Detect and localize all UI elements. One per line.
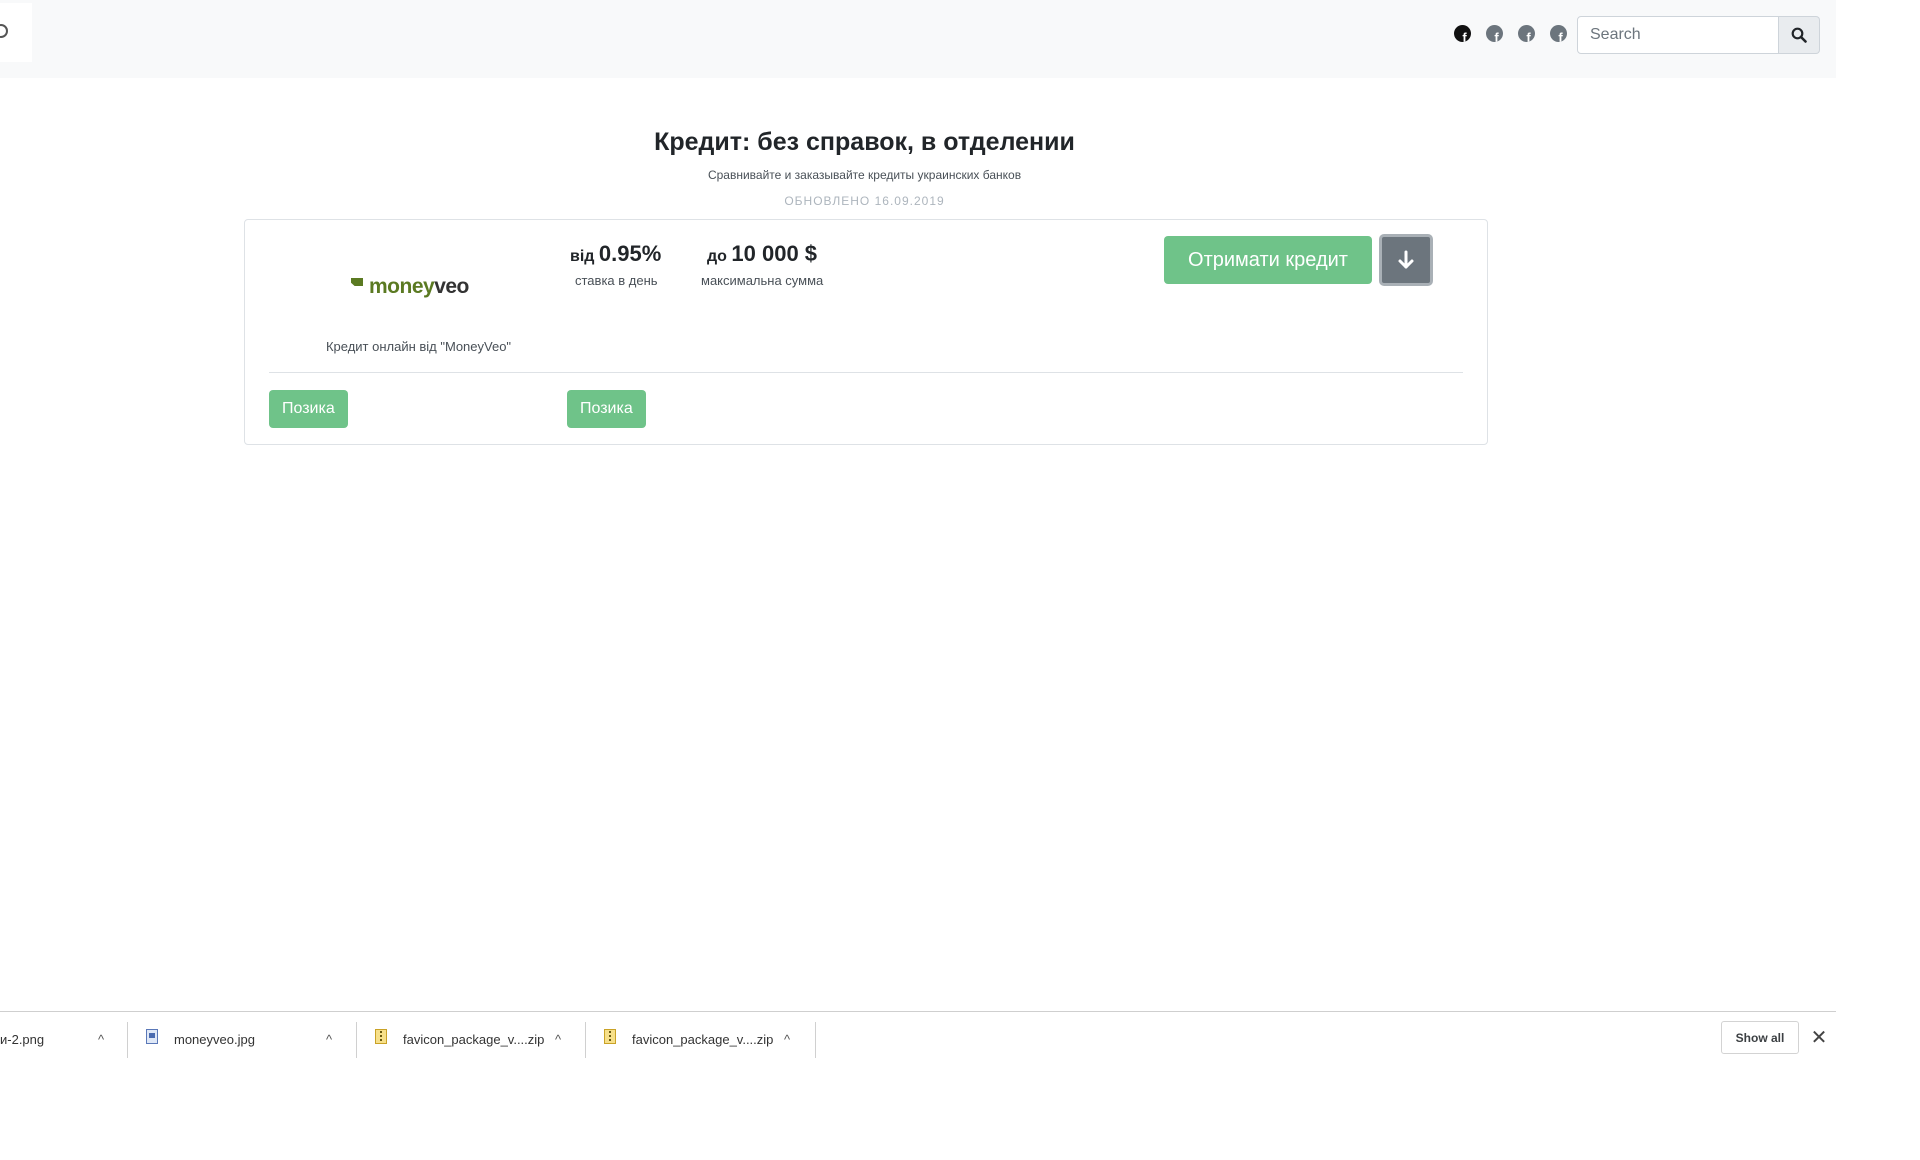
logo-text-veo: veo <box>434 275 469 298</box>
image-file-icon <box>146 1029 158 1044</box>
facebook-icon[interactable]: f <box>1486 25 1503 42</box>
download-item[interactable]: favicon_package_v....zip ^ <box>357 1012 585 1068</box>
arrow-down-icon <box>1398 250 1414 269</box>
zip-file-icon <box>604 1029 616 1044</box>
chevron-up-icon[interactable]: ^ <box>555 1032 561 1047</box>
rate-prefix: від <box>570 248 595 265</box>
download-bar: и-2.png ^ moneyveo.jpg ^ favicon_package… <box>0 1011 1836 1068</box>
amount-prefix: до <box>707 248 727 265</box>
download-filename: и-2.png <box>0 1032 45 1047</box>
search-button[interactable] <box>1779 16 1820 54</box>
offer-description: Кредит онлайн від "MoneyVeo" <box>325 339 512 354</box>
download-item[interactable]: moneyveo.jpg ^ <box>128 1012 356 1068</box>
rate-label: ставка в день <box>575 273 658 288</box>
search-input[interactable] <box>1577 16 1779 54</box>
chevron-up-icon[interactable]: ^ <box>784 1032 790 1047</box>
moneyveo-flag-icon <box>351 278 363 286</box>
chevron-up-icon[interactable]: ^ <box>98 1032 104 1047</box>
download-filename: favicon_package_v....zip <box>403 1032 545 1047</box>
logo-text-money: money <box>369 275 435 298</box>
download-filename: moneyveo.jpg <box>174 1032 255 1047</box>
zip-file-icon <box>375 1029 387 1044</box>
search-icon <box>1791 27 1807 43</box>
page-title: Кредит: без справок, в отделении <box>654 128 1075 156</box>
amount-label: максимальна сумма <box>701 273 824 288</box>
facebook-icon[interactable]: f <box>1454 25 1471 42</box>
show-all-button[interactable]: Show all <box>1721 1021 1799 1054</box>
download-separator <box>815 1022 816 1058</box>
chevron-up-icon[interactable]: ^ <box>326 1032 332 1047</box>
logo-icon <box>0 24 8 38</box>
card-divider <box>269 372 1463 373</box>
amount-value: до 10 000 $ <box>707 241 817 267</box>
site-logo[interactable] <box>0 3 32 62</box>
download-item[interactable]: и-2.png ^ <box>0 1012 127 1068</box>
expand-details-button[interactable] <box>1379 234 1433 286</box>
tag-button[interactable]: Позика <box>567 390 646 428</box>
rate-value: від 0.95% <box>570 241 661 267</box>
facebook-icon[interactable]: f <box>1550 25 1567 42</box>
download-item[interactable]: favicon_package_v....zip ^ <box>586 1012 814 1068</box>
offer-card: money veo від 0.95% ставка в день до 10 0… <box>244 219 1488 445</box>
top-navbar: f f f f <box>0 0 1836 78</box>
download-filename: favicon_package_v....zip <box>632 1032 774 1047</box>
tag-button[interactable]: Позика <box>269 390 348 428</box>
amount-number: 10 000 $ <box>731 241 818 266</box>
updated-date: ОБНОВЛЕНО 16.09.2019 <box>784 194 945 208</box>
moneyveo-logo[interactable]: money veo <box>351 273 469 299</box>
get-credit-button[interactable]: Отримати кредит <box>1164 236 1372 284</box>
page-subtitle: Сравнивайте и заказывайте кредиты украин… <box>707 168 1022 182</box>
rate-number: 0.95% <box>598 241 662 266</box>
facebook-icon[interactable]: f <box>1518 25 1535 42</box>
close-icon[interactable]: ✕ <box>1809 1026 1829 1050</box>
